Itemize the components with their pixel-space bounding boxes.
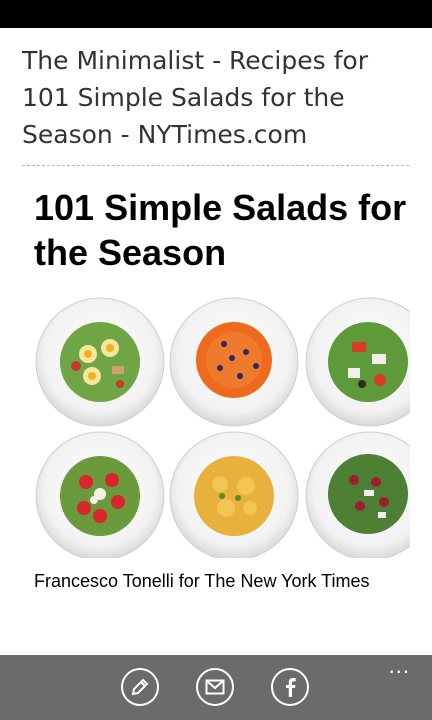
article-headline: 101 Simple Salads for the Season: [34, 187, 407, 273]
pencil-icon: [131, 678, 149, 696]
photo-credit: Francesco Tonelli for The New York Times: [34, 571, 370, 591]
edit-button[interactable]: [121, 668, 159, 706]
facebook-icon: [286, 678, 296, 697]
salad-plate: [305, 297, 410, 427]
salad-plate: [169, 297, 299, 427]
salad-plate: [35, 297, 165, 427]
salad-photo: [0, 296, 410, 558]
facebook-button[interactable]: [271, 668, 309, 706]
title-divider: [22, 165, 409, 166]
more-options-button[interactable]: ...: [389, 655, 410, 677]
salad-plate: [169, 431, 299, 558]
app-bar: ...: [0, 655, 432, 720]
salad-plate: [35, 431, 165, 558]
salad-plates-image: [35, 297, 410, 558]
salad-plate: [305, 431, 410, 558]
mail-icon: [205, 679, 225, 695]
email-button[interactable]: [196, 668, 234, 706]
page-title: The Minimalist - Recipes for 101 Simple …: [22, 46, 368, 149]
status-bar: [0, 0, 432, 28]
